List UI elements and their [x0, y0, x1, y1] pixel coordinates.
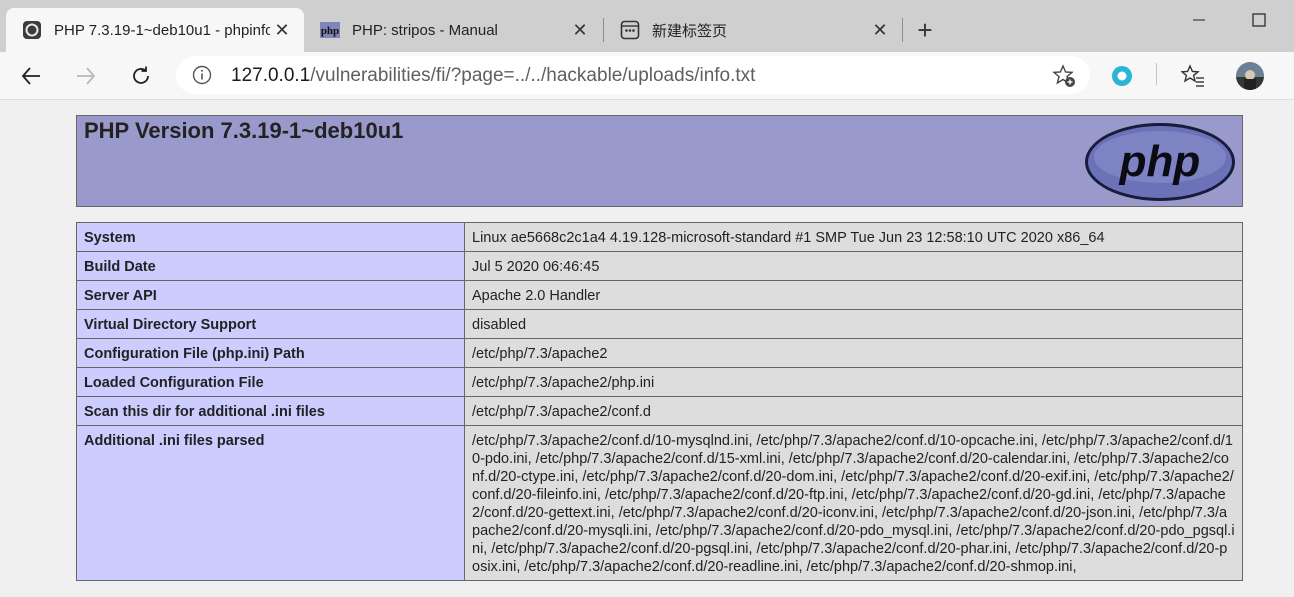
address-bar[interactable]: 127.0.0.1/vulnerabilities/fi/?page=../..… — [176, 56, 1090, 94]
url-path: /vulnerabilities/fi/?page=../../hackable… — [310, 65, 756, 86]
table-row: Virtual Directory Support disabled — [76, 309, 1243, 339]
close-tab-icon[interactable]: ✕ — [570, 20, 590, 40]
row-value: Apache 2.0 Handler — [464, 280, 1243, 310]
tab-stripos-manual[interactable]: php PHP: stripos - Manual ✕ — [304, 8, 602, 52]
row-value: Jul 5 2020 06:46:45 — [464, 251, 1243, 281]
url-text[interactable]: 127.0.0.1/vulnerabilities/fi/?page=../..… — [231, 65, 755, 87]
row-key: Build Date — [76, 251, 465, 281]
row-value: /etc/php/7.3/apache2/conf.d/10-mysqlnd.i… — [464, 425, 1243, 581]
avatar — [1236, 62, 1264, 90]
maximize-icon[interactable] — [1236, 8, 1282, 32]
row-key: Additional .ini files parsed — [76, 425, 465, 581]
toolbar-divider — [1156, 63, 1157, 85]
favorites-button[interactable] — [1177, 60, 1209, 92]
php-icon: php — [320, 20, 340, 40]
table-row: Loaded Configuration File /etc/php/7.3/a… — [76, 367, 1243, 397]
table-row: Server API Apache 2.0 Handler — [76, 280, 1243, 310]
tab-new-tab[interactable]: 新建标签页 ✕ — [604, 8, 902, 52]
row-key: Scan this dir for additional .ini files — [76, 396, 465, 426]
site-info-icon[interactable] — [192, 65, 212, 85]
tab-separator — [902, 18, 903, 42]
add-favorite-icon[interactable] — [1052, 64, 1076, 88]
php-icon-text: php — [321, 25, 339, 37]
row-value: /etc/php/7.3/apache2/conf.d — [464, 396, 1243, 426]
php-logo-icon[interactable]: php — [1084, 122, 1236, 202]
back-button[interactable] — [15, 60, 47, 92]
debian-swirl-icon — [22, 20, 42, 40]
minimize-icon[interactable] — [1176, 8, 1222, 32]
page-title: PHP Version 7.3.19-1~deb10u1 — [84, 118, 404, 143]
row-value: Linux ae5668c2c1a4 4.19.128-microsoft-st… — [464, 222, 1243, 252]
php-logo-text: php — [1119, 137, 1201, 186]
profile-button[interactable] — [1234, 60, 1266, 92]
row-value: /etc/php/7.3/apache2/php.ini — [464, 367, 1243, 397]
tab-title: PHP 7.3.19-1~deb10u1 - phpinfo() — [54, 21, 270, 39]
close-tab-icon[interactable]: ✕ — [272, 20, 292, 40]
table-row: System Linux ae5668c2c1a4 4.19.128-micro… — [76, 222, 1243, 252]
tab-title: PHP: stripos - Manual — [352, 21, 498, 39]
table-row: Configuration File (php.ini) Path /etc/p… — [76, 338, 1243, 368]
php-info-table: System Linux ae5668c2c1a4 4.19.128-micro… — [76, 222, 1243, 581]
forward-arrow-icon — [77, 67, 96, 85]
new-tab-grid-icon — [620, 20, 640, 40]
php-version-header: PHP Version 7.3.19-1~deb10u1 php — [76, 115, 1243, 207]
extension-button[interactable] — [1106, 60, 1138, 92]
row-value: /etc/php/7.3/apache2 — [464, 338, 1243, 368]
table-row: Build Date Jul 5 2020 06:46:45 — [76, 251, 1243, 281]
back-arrow-icon — [21, 67, 40, 85]
refresh-icon — [133, 66, 149, 84]
tab-title: 新建标签页 — [652, 22, 728, 40]
table-row: Scan this dir for additional .ini files … — [76, 396, 1243, 426]
browser-toolbar: 127.0.0.1/vulnerabilities/fi/?page=../..… — [0, 52, 1294, 100]
forward-button[interactable] — [70, 60, 102, 92]
extension-icon — [1112, 66, 1132, 86]
row-key: Virtual Directory Support — [76, 309, 465, 339]
url-host: 127.0.0.1 — [231, 65, 311, 86]
row-key: Configuration File (php.ini) Path — [76, 338, 465, 368]
page-content: PHP Version 7.3.19-1~deb10u1 php System … — [0, 100, 1294, 597]
refresh-button[interactable] — [125, 60, 157, 92]
row-key: Loaded Configuration File — [76, 367, 465, 397]
row-key: System — [76, 222, 465, 252]
row-key: Server API — [76, 280, 465, 310]
table-row: Additional .ini files parsed /etc/php/7.… — [76, 425, 1243, 581]
favorites-list-icon — [1181, 64, 1204, 87]
tab-phpinfo[interactable]: PHP 7.3.19-1~deb10u1 - phpinfo() ✕ — [6, 8, 304, 52]
new-tab-button[interactable]: + — [912, 17, 938, 43]
close-tab-icon[interactable]: ✕ — [870, 20, 890, 40]
row-value: disabled — [464, 309, 1243, 339]
tab-strip: PHP 7.3.19-1~deb10u1 - phpinfo() ✕ php P… — [0, 0, 1294, 52]
